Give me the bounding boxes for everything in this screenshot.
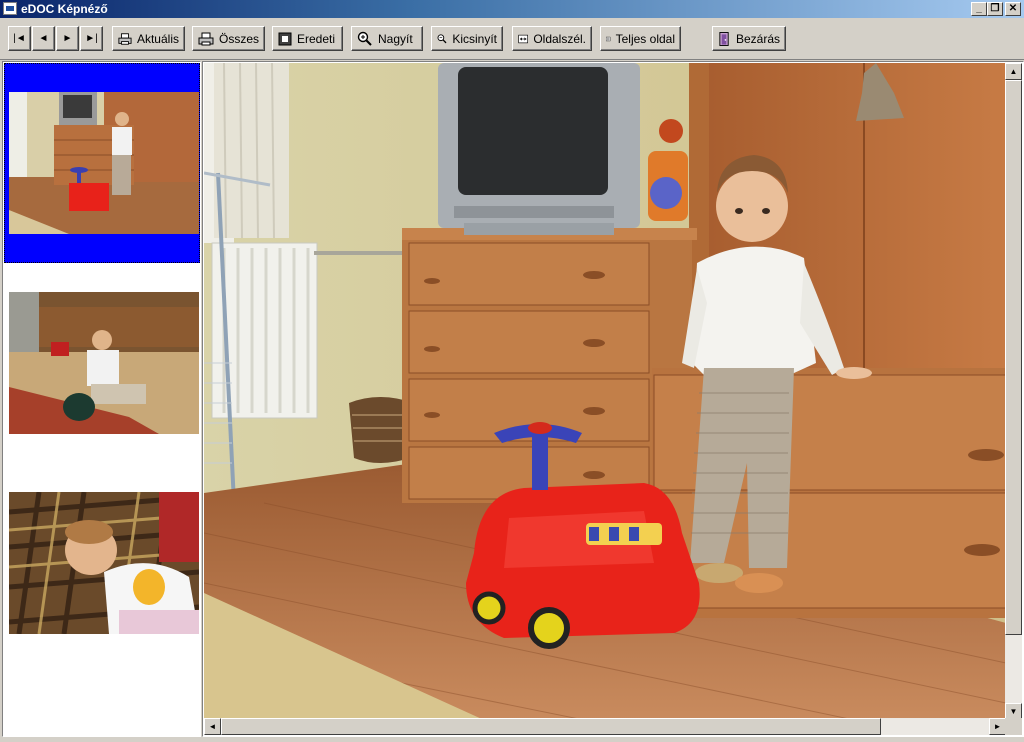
original-size-label: Eredeti <box>297 31 336 46</box>
fit-width-button[interactable]: Oldalszél. <box>512 26 592 51</box>
scroll-left-button[interactable]: ◄ <box>204 718 221 735</box>
close-viewer-button[interactable]: Bezárás <box>712 26 786 51</box>
close-button[interactable]: ✕ <box>1005 2 1021 16</box>
arrow-left-icon: ◄ <box>208 722 217 731</box>
print-all-label: Összes <box>218 31 259 46</box>
zoom-in-button[interactable]: Nagyít <box>351 26 423 51</box>
toolbar: |◄ ◄ ► ►| Aktuális Összes Eredeti Nagyít… <box>0 18 1024 60</box>
horizontal-scrollbar[interactable]: ◄ ► <box>204 718 1006 735</box>
vertical-scrollbar[interactable]: ▲ ▼ <box>1005 63 1022 720</box>
zoom-in-icon <box>357 31 372 46</box>
full-page-button[interactable]: Teljes oldal <box>600 26 681 51</box>
scrollbar-corner <box>1005 718 1022 735</box>
thumbnail-image-3 <box>9 492 199 634</box>
thumbnail-2[interactable] <box>4 263 200 463</box>
restore-button[interactable]: ❐ <box>987 2 1003 16</box>
exit-door-icon <box>719 31 729 46</box>
next-page-button[interactable]: ► <box>56 26 79 51</box>
thumbnail-3[interactable] <box>4 463 200 663</box>
thumbnail-1[interactable] <box>4 63 200 263</box>
bottom-edge <box>0 737 1024 742</box>
arrow-up-icon: ▲ <box>1009 67 1018 76</box>
app-icon[interactable] <box>3 2 17 15</box>
fit-width-label: Oldalszél. <box>533 31 586 46</box>
arrow-right-icon: ► <box>993 722 1002 731</box>
horizontal-scroll-thumb[interactable] <box>221 718 881 735</box>
thumbnail-image-1 <box>9 92 199 234</box>
scroll-up-button[interactable]: ▲ <box>1005 63 1022 80</box>
close-viewer-label: Bezárás <box>735 31 780 46</box>
main-photo <box>204 63 1006 720</box>
thumbnail-panel[interactable] <box>2 61 201 737</box>
print-current-button[interactable]: Aktuális <box>112 26 185 51</box>
printer-icon <box>198 32 214 45</box>
print-current-label: Aktuális <box>136 31 179 46</box>
last-page-button[interactable]: ►| <box>80 26 103 51</box>
full-page-icon <box>606 36 611 41</box>
full-page-label: Teljes oldal <box>615 31 675 46</box>
window-title: eDOC Képnéző <box>21 2 108 16</box>
arrow-down-icon: ▼ <box>1009 707 1018 716</box>
previous-page-button[interactable]: ◄ <box>32 26 55 51</box>
title-bar: eDOC Képnéző _ ❐ ✕ <box>0 0 1024 18</box>
print-all-button[interactable]: Összes <box>192 26 265 51</box>
zoom-out-icon <box>437 33 447 43</box>
vertical-scroll-thumb[interactable] <box>1005 80 1022 635</box>
image-viewer[interactable]: ▲ ▼ ◄ ► <box>202 61 1024 737</box>
zoom-in-label: Nagyít <box>378 31 413 46</box>
original-size-button[interactable]: Eredeti <box>272 26 343 51</box>
thumbnail-image-2 <box>9 292 199 434</box>
zoom-out-button[interactable]: Kicsinyít <box>431 26 503 51</box>
zoom-out-label: Kicsinyít <box>452 31 497 46</box>
scroll-right-button[interactable]: ► <box>989 718 1006 735</box>
original-size-icon <box>278 32 292 45</box>
printer-icon <box>118 32 132 45</box>
minimize-button[interactable]: _ <box>971 2 987 16</box>
first-page-button[interactable]: |◄ <box>8 26 31 51</box>
fit-width-icon <box>518 34 528 43</box>
